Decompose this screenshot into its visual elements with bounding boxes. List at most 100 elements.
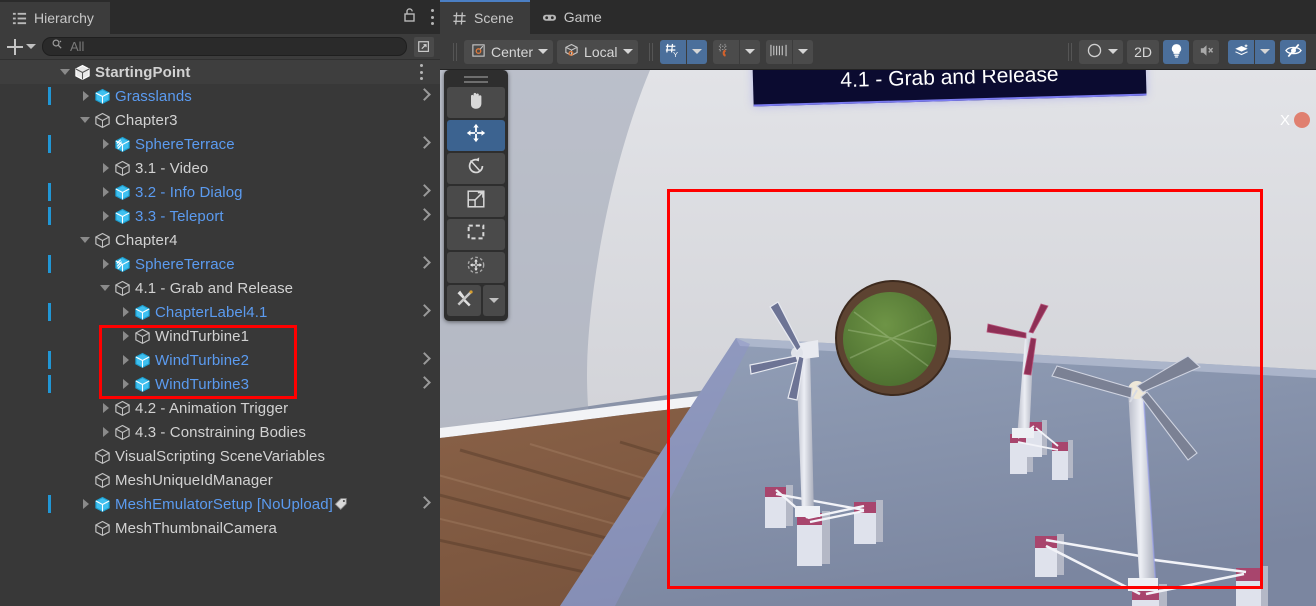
- search-input-placeholder: All: [70, 39, 85, 54]
- chevron-right-icon[interactable]: [80, 90, 92, 102]
- hierarchy-row[interactable]: 4.2 - Animation Trigger: [0, 396, 440, 420]
- scene-lighting-button[interactable]: [1163, 39, 1189, 64]
- grid-axis-y-icon: Y: [664, 42, 681, 62]
- drag-handle-icon[interactable]: [447, 73, 505, 85]
- chevron-right-icon[interactable]: [120, 306, 132, 318]
- chevron-right-icon[interactable]: [100, 186, 112, 198]
- hierarchy-row-label: 4.3 - Constraining Bodies: [135, 423, 306, 441]
- toggle-2d-button[interactable]: 2D: [1127, 39, 1159, 64]
- pivot-mode-button[interactable]: Center: [464, 39, 554, 64]
- move-tool[interactable]: [447, 120, 505, 151]
- chevron-right-icon[interactable]: [100, 258, 112, 270]
- open-prefab-chevron-icon[interactable]: [420, 256, 428, 270]
- hierarchy-row[interactable]: Chapter4: [0, 228, 440, 252]
- open-prefab-chevron-icon[interactable]: [420, 496, 428, 510]
- snap-increment-button[interactable]: [765, 39, 792, 64]
- pivot-mode-label: Center: [491, 43, 534, 60]
- hierarchy-row[interactable]: 3.2 - Info Dialog: [0, 180, 440, 204]
- grid-visibility-dropdown[interactable]: [686, 39, 707, 64]
- search-input[interactable]: All: [42, 37, 407, 56]
- kebab-menu-icon[interactable]: [430, 9, 434, 25]
- grid-visibility-group: Y: [659, 39, 707, 64]
- gameobject-icon: [114, 280, 131, 297]
- chevron-right-icon[interactable]: [100, 138, 112, 150]
- shading-mode-button[interactable]: [1079, 39, 1124, 64]
- hierarchy-row[interactable]: SphereTerrace: [0, 132, 440, 156]
- fx-dropdown[interactable]: [1255, 39, 1275, 64]
- row-kebab-menu-icon[interactable]: [419, 64, 423, 80]
- open-prefab-chevron-icon[interactable]: [420, 352, 428, 366]
- hierarchy-row-label: SphereTerrace: [135, 135, 235, 153]
- open-prefab-chevron-icon[interactable]: [420, 376, 428, 390]
- open-prefab-chevron-icon[interactable]: [420, 208, 428, 222]
- hierarchy-row[interactable]: 4.3 - Constraining Bodies: [0, 420, 440, 444]
- scene-view-gizmo-icon[interactable]: X: [1240, 90, 1310, 160]
- hierarchy-row[interactable]: 4.1 - Grab and Release: [0, 276, 440, 300]
- hierarchy-tree[interactable]: StartingPoint Grasslands Chapter3 SphereTer…: [0, 60, 440, 606]
- prefab-instance-strip: [48, 207, 51, 225]
- chevron-right-icon[interactable]: [100, 402, 112, 414]
- open-in-new-window-icon[interactable]: [414, 36, 434, 57]
- chevron-right-icon[interactable]: [100, 162, 112, 174]
- chevron-down-icon[interactable]: [80, 114, 92, 126]
- chevron-down-icon[interactable]: [80, 234, 92, 246]
- chevron-right-icon[interactable]: [120, 330, 132, 342]
- audio-mute-icon: [1198, 42, 1215, 62]
- chevron-right-icon[interactable]: [80, 498, 92, 510]
- hierarchy-row[interactable]: VisualScripting SceneVariables: [0, 444, 440, 468]
- rect-tool[interactable]: [447, 219, 505, 250]
- open-prefab-chevron-icon[interactable]: [420, 184, 428, 198]
- chevron-right-icon[interactable]: [120, 354, 132, 366]
- snap-increment-dropdown[interactable]: [792, 39, 813, 64]
- custom-editor-tool[interactable]: [447, 285, 481, 316]
- hierarchy-row[interactable]: SphereTerrace: [0, 252, 440, 276]
- pivot-center-icon: [471, 43, 486, 61]
- add-gameobject-button[interactable]: [4, 38, 38, 56]
- tab-scene[interactable]: Scene: [440, 0, 530, 34]
- custom-editor-tool-dropdown[interactable]: [483, 285, 505, 316]
- hierarchy-row[interactable]: ChapterLabel4.1: [0, 300, 440, 324]
- hierarchy-row-label: StartingPoint: [95, 63, 191, 81]
- hierarchy-row[interactable]: 3.3 - Teleport: [0, 204, 440, 228]
- hierarchy-tabbar: Hierarchy: [0, 0, 440, 34]
- hierarchy-row[interactable]: WindTurbine2: [0, 348, 440, 372]
- grid-snap-button[interactable]: [712, 39, 739, 64]
- chevron-right-icon[interactable]: [100, 210, 112, 222]
- snap-increment-group: [765, 39, 813, 64]
- scene-audio-button[interactable]: [1193, 39, 1219, 64]
- tab-game[interactable]: Game: [530, 0, 618, 34]
- hierarchy-row[interactable]: Chapter3: [0, 108, 440, 132]
- hierarchy-row[interactable]: MeshThumbnailCamera: [0, 516, 440, 540]
- hierarchy-row[interactable]: MeshEmulatorSetup [NoUpload]: [0, 492, 440, 516]
- chevron-right-icon[interactable]: [100, 426, 112, 438]
- scene-visibility-button[interactable]: [1280, 39, 1306, 64]
- hierarchy-row[interactable]: Grasslands: [0, 84, 440, 108]
- chevron-down-icon[interactable]: [100, 282, 112, 294]
- grid-snap-group: [712, 39, 760, 64]
- scale-tool[interactable]: [447, 186, 505, 217]
- hierarchy-row[interactable]: StartingPoint: [0, 60, 440, 84]
- unlock-icon[interactable]: [402, 7, 418, 28]
- tab-hierarchy[interactable]: Hierarchy: [0, 0, 110, 34]
- chevron-down-icon[interactable]: [60, 66, 72, 78]
- fx-button[interactable]: [1228, 39, 1254, 64]
- open-prefab-chevron-icon[interactable]: [420, 88, 428, 102]
- rotate-tool[interactable]: [447, 153, 505, 184]
- open-prefab-chevron-icon[interactable]: [420, 304, 428, 318]
- scene-viewport[interactable]: 4.1 - Grab and Release X: [440, 70, 1316, 606]
- chevron-down-icon: [1108, 49, 1119, 54]
- prefab-instance-strip: [48, 87, 51, 105]
- hierarchy-row[interactable]: 3.1 - Video: [0, 156, 440, 180]
- pivot-rotation-button[interactable]: Local: [557, 39, 638, 64]
- hierarchy-row[interactable]: WindTurbine1: [0, 324, 440, 348]
- hierarchy-row[interactable]: WindTurbine3: [0, 372, 440, 396]
- open-prefab-chevron-icon[interactable]: [420, 136, 428, 150]
- hierarchy-row[interactable]: MeshUniqueIdManager: [0, 468, 440, 492]
- grid-visibility-button[interactable]: Y: [659, 39, 686, 64]
- hand-tool[interactable]: [447, 87, 505, 118]
- transform-tool[interactable]: [447, 252, 505, 283]
- chevron-right-icon[interactable]: [120, 378, 132, 390]
- combined-transform-icon: [465, 254, 487, 281]
- grid-snap-dropdown[interactable]: [739, 39, 760, 64]
- prefab-variant-icon: [114, 256, 131, 273]
